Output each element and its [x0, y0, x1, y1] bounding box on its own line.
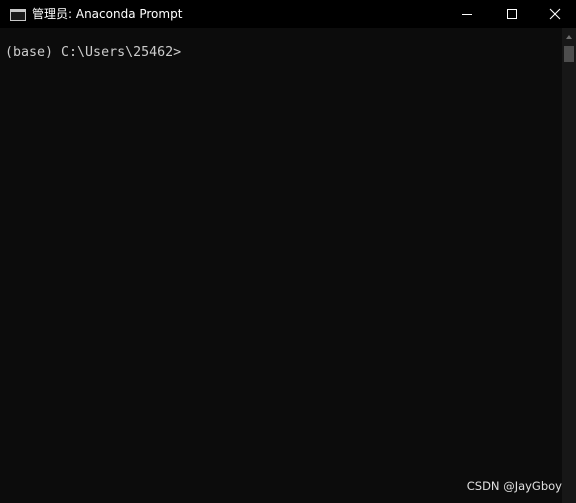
maximize-button[interactable]: [489, 0, 535, 28]
watermark: CSDN @JayGboy: [466, 479, 562, 493]
title-bar[interactable]: 管理员: Anaconda Prompt: [0, 0, 576, 28]
command-prompt: (base) C:\Users\25462>: [5, 45, 182, 60]
console-window: 管理员: Anaconda Prompt (base) C:\Users\254…: [0, 0, 576, 503]
close-button[interactable]: [534, 0, 576, 28]
scroll-up-arrow-icon: [566, 34, 572, 39]
minimize-icon: [462, 14, 472, 15]
scroll-up-button[interactable]: [562, 28, 576, 45]
vertical-scrollbar[interactable]: [562, 28, 576, 503]
close-icon: [549, 8, 561, 20]
console-app-icon: [10, 8, 26, 21]
maximize-icon: [507, 9, 517, 19]
terminal-area[interactable]: (base) C:\Users\25462>: [0, 28, 562, 503]
window-title: 管理员: Anaconda Prompt: [32, 7, 183, 21]
minimize-button[interactable]: [444, 0, 490, 28]
scroll-thumb[interactable]: [564, 46, 574, 62]
